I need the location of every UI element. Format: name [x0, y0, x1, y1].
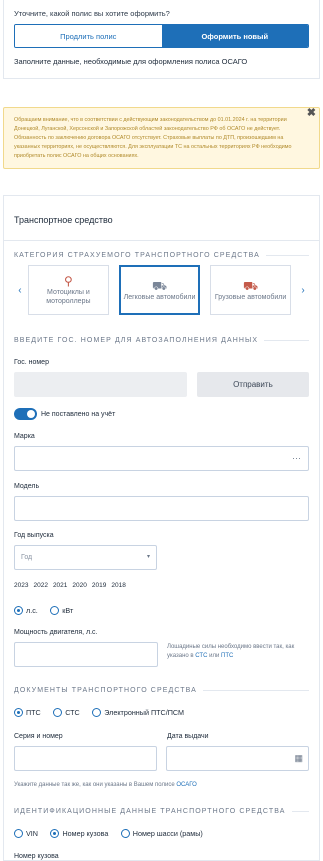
- doc-type-options: ПТС СТС Электронный ПТС/ПСМ: [14, 704, 309, 722]
- extend-policy-button[interactable]: Продлить полис: [15, 25, 162, 47]
- plate-input[interactable]: [14, 372, 187, 397]
- power-hint-or: или: [209, 653, 220, 659]
- unit-kw-option[interactable]: кВт: [50, 606, 73, 615]
- category-label: Легковые автомобили: [123, 293, 196, 301]
- year-option[interactable]: 2019: [92, 582, 106, 589]
- doc-type-label: ПТС: [26, 708, 41, 717]
- new-policy-button[interactable]: Оформить новый: [161, 25, 308, 47]
- radio-icon: [50, 606, 60, 615]
- brand-label: Марка: [14, 433, 35, 440]
- category-truck[interactable]: ⛟ Грузовые автомобили: [210, 265, 292, 315]
- plate-heading: Введите гос. номер для автозаполнения да…: [14, 337, 309, 344]
- documents-heading: Документы транспортного средства: [14, 687, 309, 694]
- fill-note: Заполните данные, необходимые для оформл…: [14, 57, 248, 66]
- year-quick-picks: 2023 2022 2021 2020 2019 2018: [14, 574, 309, 592]
- radio-icon: [50, 829, 60, 838]
- power-hint: Лошадиные силы необходимо ввести так, ка…: [167, 642, 307, 667]
- year-option[interactable]: 2018: [111, 582, 125, 589]
- id-chassis-option[interactable]: Номер шасси (рамы): [120, 829, 203, 838]
- id-type-label: Номер кузова: [62, 829, 109, 838]
- identification-heading: Идентификационные данные транспортного с…: [14, 808, 309, 815]
- category-label: Мотоциклы и мотороллеры: [46, 289, 91, 305]
- id-body-option[interactable]: Номер кузова: [50, 829, 108, 838]
- series-input[interactable]: [14, 746, 157, 771]
- radio-icon: [14, 829, 23, 838]
- calendar-icon[interactable]: ▦: [294, 753, 303, 764]
- chevron-left-icon[interactable]: ‹: [14, 285, 26, 296]
- not-registered-label: Не поставлено на учёт: [41, 410, 116, 418]
- send-button[interactable]: Отправить: [196, 372, 309, 397]
- close-icon[interactable]: ✖: [307, 106, 316, 119]
- radio-icon: [120, 829, 130, 838]
- territory-notice: Обращаем внимание, что в соответствии с …: [3, 107, 320, 169]
- category-carousel: ‹ ⚲ Мотоциклы и мотороллеры ⛟ Легковые а…: [14, 265, 309, 315]
- category-motorcycle[interactable]: ⚲ Мотоциклы и мотороллеры: [27, 265, 109, 315]
- id-type-label: Номер шасси (рамы): [132, 829, 203, 838]
- year-placeholder: Год: [21, 554, 33, 561]
- category-heading: Категория страхуемого транспортного сред…: [14, 252, 309, 259]
- id-vin-option[interactable]: VIN: [14, 829, 38, 838]
- radio-icon: [92, 708, 102, 717]
- chevron-right-icon[interactable]: ›: [297, 285, 309, 296]
- plate-label: Гос. номер: [14, 359, 49, 366]
- date-label: Дата выдачи: [167, 733, 209, 740]
- power-units: л.с. кВт: [14, 602, 309, 620]
- year-label: Год выпуска: [14, 532, 54, 539]
- policy-choice-card: Уточните, какой полис вы хотите оформить…: [3, 0, 320, 79]
- documents-hint-text: Укажите данные так же, как они указаны в…: [14, 782, 175, 788]
- brand-input[interactable]: ···: [14, 446, 309, 471]
- section-title: Транспортное средство: [4, 196, 319, 241]
- osago-link[interactable]: ОСАГО: [176, 782, 196, 788]
- year-select[interactable]: Год ▾: [14, 545, 157, 570]
- more-icon[interactable]: ···: [292, 453, 301, 463]
- notice-text: Обращаем внимание, что в соответствии с …: [14, 117, 292, 159]
- doc-type-label: СТС: [65, 708, 80, 717]
- motorcycle-icon: ⚲: [64, 274, 73, 288]
- truck-icon: ⛟: [243, 278, 259, 293]
- year-option[interactable]: 2022: [33, 582, 47, 589]
- doc-sts-option[interactable]: СТС: [53, 708, 80, 717]
- body-number-label: Номер кузова: [14, 853, 59, 860]
- unit-label: л.с.: [26, 606, 38, 615]
- doc-pts-option[interactable]: ПТС: [14, 708, 41, 717]
- radio-icon: [14, 708, 23, 717]
- radio-icon: [53, 708, 63, 717]
- documents-hint: Укажите данные так же, как они указаны в…: [14, 781, 309, 790]
- not-registered-toggle[interactable]: [14, 408, 37, 420]
- vehicle-form: Транспортное средство Категория страхуем…: [3, 195, 320, 861]
- radio-icon: [14, 606, 23, 615]
- id-type-label: VIN: [26, 829, 38, 838]
- chevron-down-icon: ▾: [146, 554, 150, 560]
- year-option[interactable]: 2021: [53, 582, 67, 589]
- policy-type-switch: Продлить полис Оформить новый: [14, 24, 309, 48]
- model-input[interactable]: [14, 496, 309, 521]
- id-type-options: VIN Номер кузова Номер шасси (рамы): [14, 825, 309, 843]
- unit-hp-option[interactable]: л.с.: [14, 606, 38, 615]
- power-input[interactable]: [14, 642, 158, 667]
- date-input[interactable]: ▦: [166, 746, 309, 771]
- category-label: Грузовые автомобили: [214, 293, 287, 301]
- doc-epts-option[interactable]: Электронный ПТС/ПСМ: [92, 708, 184, 717]
- category-car[interactable]: ⛟ Легковые автомобили: [118, 265, 201, 315]
- pts-link[interactable]: ПТС: [221, 653, 233, 659]
- car-icon: ⛟: [151, 278, 168, 293]
- series-label: Серия и номер: [14, 733, 63, 740]
- doc-type-label: Электронный ПТС/ПСМ: [104, 708, 184, 717]
- sts-link[interactable]: СТС: [195, 653, 207, 659]
- power-label: Мощность двигателя, л.с.: [14, 629, 98, 636]
- year-option[interactable]: 2020: [72, 582, 86, 589]
- unit-label: кВт: [62, 606, 74, 615]
- model-label: Модель: [14, 483, 40, 490]
- policy-question: Уточните, какой полис вы хотите оформить…: [14, 9, 170, 18]
- year-option[interactable]: 2023: [14, 582, 28, 589]
